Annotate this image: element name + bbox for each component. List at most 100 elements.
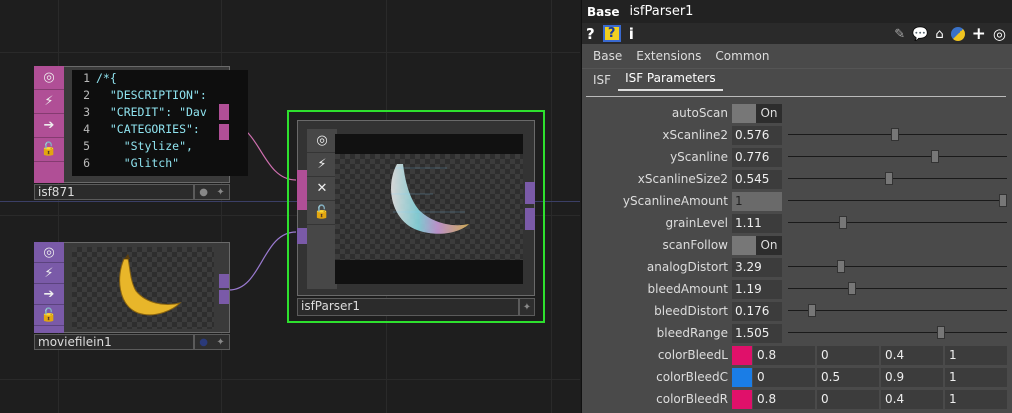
param-slider-track[interactable] [788, 304, 1007, 317]
param-slider-track[interactable] [788, 150, 1007, 163]
param-slider-thumb[interactable] [930, 150, 939, 163]
node-name[interactable]: isfParser1 [297, 298, 519, 316]
viewer-active-icon[interactable]: ◎ [307, 129, 337, 153]
color-component-field[interactable]: 1 [945, 389, 1007, 409]
bypass-icon[interactable]: ⚡ [307, 153, 337, 177]
tab-common[interactable]: Common [708, 49, 776, 68]
param-value-field[interactable]: 1.11 [732, 213, 782, 233]
param-slider-thumb[interactable] [847, 282, 856, 295]
node-flags[interactable]: ● ✦ [194, 184, 230, 200]
node-name[interactable]: moviefilein1 [34, 334, 194, 350]
add-icon[interactable]: + [972, 24, 986, 44]
color-component-field[interactable]: 0.9 [881, 367, 943, 387]
color-component-field[interactable]: 0.4 [881, 345, 943, 365]
param-slider-track[interactable] [788, 194, 1007, 207]
param-value-field[interactable]: 1.19 [732, 279, 782, 299]
info-icon[interactable]: i [629, 25, 634, 43]
param-slider-thumb[interactable] [891, 128, 900, 141]
lock-icon[interactable]: 🔓 [34, 138, 64, 162]
param-slider-track[interactable] [788, 172, 1007, 185]
comment-icon[interactable]: 💬 [912, 27, 928, 42]
lock-icon[interactable]: 🔓 [307, 201, 337, 225]
edit-pencil-icon[interactable]: ✎ [894, 27, 905, 42]
op-name-label[interactable]: isfParser1 [630, 4, 694, 19]
color-component-field[interactable]: 0.4 [881, 389, 943, 409]
color-component-field[interactable]: 0.8 [753, 389, 815, 409]
network-editor[interactable]: ◎ ⚡ ➔ 🔓 1/*{2 "DESCRIPTION": 3 "CREDIT": … [0, 0, 580, 413]
tab-base[interactable]: Base [586, 49, 629, 68]
render-flag-icon[interactable]: ✦ [523, 302, 531, 313]
dat-code-viewer: 1/*{2 "DESCRIPTION": 3 "CREDIT": "Dav 4 "C… [72, 70, 248, 176]
color-component-field[interactable]: 0.8 [753, 345, 815, 365]
output-connector[interactable] [219, 104, 229, 120]
output-connector[interactable] [219, 124, 229, 140]
param-value-field[interactable]: 0.545 [732, 169, 782, 189]
display-flag-icon[interactable]: ● [199, 187, 208, 198]
node-name[interactable]: isf871 [34, 184, 194, 200]
op-type-label: Base [587, 4, 620, 19]
display-flag-icon[interactable]: ● [199, 337, 208, 348]
tab-extensions[interactable]: Extensions [629, 49, 708, 68]
node-flags[interactable]: ● ✦ [194, 334, 230, 350]
param-toggle[interactable]: On [732, 103, 782, 123]
color-component-field[interactable]: 1 [945, 345, 1007, 365]
lock-icon[interactable]: 🔓 [34, 305, 64, 326]
cross-icon[interactable]: ✕ [307, 177, 337, 201]
color-swatch[interactable] [732, 389, 752, 409]
bypass-icon[interactable]: ⚡ [34, 90, 64, 114]
help-icon[interactable]: ? [586, 25, 595, 43]
param-slider-thumb[interactable] [838, 216, 847, 229]
color-component-field[interactable]: 0.5 [817, 367, 879, 387]
param-slider-thumb[interactable] [999, 194, 1007, 207]
output-connector[interactable] [525, 208, 535, 230]
output-connector[interactable] [219, 274, 229, 288]
isf-dat-node[interactable]: ◎ ⚡ ➔ 🔓 1/*{2 "DESCRIPTION": 3 "CREDIT": … [34, 66, 248, 201]
viewer-active-icon[interactable]: ◎ [34, 66, 64, 90]
param-slider-track[interactable] [788, 128, 1007, 141]
param-slider-thumb[interactable] [808, 304, 817, 317]
toggle-off-segment[interactable] [732, 235, 756, 255]
color-component-field[interactable]: 0 [753, 367, 815, 387]
param-slider-track[interactable] [788, 216, 1007, 229]
input-connector[interactable] [297, 228, 307, 244]
viewer-active-icon[interactable]: ◎ [34, 242, 64, 263]
bypass-icon[interactable]: ⚡ [34, 263, 64, 284]
target-icon[interactable]: ◎ [993, 25, 1006, 43]
param-value-field[interactable]: 3.29 [732, 257, 782, 277]
toggle-off-segment[interactable] [732, 103, 756, 123]
param-slider-track[interactable] [788, 260, 1007, 273]
param-value-field[interactable]: 1.505 [732, 323, 782, 343]
tab-isf-parameters[interactable]: ISF Parameters [618, 71, 723, 91]
param-value-field[interactable]: 0.176 [732, 301, 782, 321]
node-flags[interactable]: ✦ [519, 298, 535, 316]
toggle-on-segment[interactable]: On [756, 103, 782, 123]
param-slider-thumb[interactable] [836, 260, 845, 273]
param-slider-thumb[interactable] [884, 172, 893, 185]
python-icon[interactable] [950, 27, 965, 41]
param-slider-track[interactable] [788, 326, 1007, 339]
bookmark-icon[interactable]: ⌂ [935, 27, 943, 42]
param-value-field[interactable]: 1 [732, 191, 782, 211]
color-component-field[interactable]: 0 [817, 389, 879, 409]
tab-isf[interactable]: ISF [586, 73, 618, 91]
python-help-icon[interactable]: ? [602, 25, 621, 42]
color-swatch[interactable] [732, 345, 752, 365]
color-component-field[interactable]: 0 [817, 345, 879, 365]
color-swatch[interactable] [732, 367, 752, 387]
render-flag-icon[interactable]: ✦ [216, 187, 224, 198]
export-arrow-icon[interactable]: ➔ [34, 284, 64, 305]
param-toggle[interactable]: On [732, 235, 782, 255]
export-arrow-icon[interactable]: ➔ [34, 114, 64, 138]
param-value-field[interactable]: 0.576 [732, 125, 782, 145]
isfparser-comp-node[interactable]: ◎ ⚡ ✕ 🔓 isfParser1 ✦ [287, 110, 545, 323]
moviefilein-top-node[interactable]: ◎ ⚡ ➔ 🔓 moviefilein1 ● ✦ [34, 242, 230, 352]
input-connector[interactable] [297, 170, 307, 210]
color-component-field[interactable]: 1 [945, 367, 1007, 387]
param-slider-track[interactable] [788, 282, 1007, 295]
param-value-field[interactable]: 0.776 [732, 147, 782, 167]
output-connector[interactable] [219, 290, 229, 304]
param-slider-thumb[interactable] [937, 326, 946, 339]
output-connector[interactable] [525, 182, 535, 204]
render-flag-icon[interactable]: ✦ [216, 337, 224, 348]
toggle-on-segment[interactable]: On [756, 235, 782, 255]
